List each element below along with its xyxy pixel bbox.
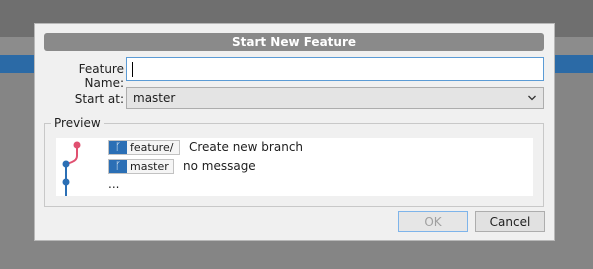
new-branch-line [66, 146, 78, 165]
new-branch-message: Create new branch [189, 140, 304, 154]
start-at-label: Start at: [74, 92, 124, 106]
dialog-title: Start New Feature [44, 33, 544, 51]
start-feature-dialog: Start New Feature Feature Name: Start at… [34, 23, 555, 241]
master-branch-badge: ᚴ master [108, 159, 174, 174]
chevron-down-icon [528, 95, 536, 101]
branch-icon: ᚴ [109, 160, 127, 173]
start-at-dropdown[interactable]: master [126, 87, 544, 109]
older-commit-dot [62, 178, 70, 186]
text-caret [132, 62, 133, 77]
new-commit-dot [73, 141, 81, 149]
branch-graph [62, 141, 81, 196]
new-branch-badge: ᚴ feature/ [108, 140, 180, 155]
cancel-button[interactable]: Cancel [475, 211, 545, 232]
master-commit-dot [62, 160, 70, 168]
new-branch-name: feature/ [130, 141, 174, 154]
ok-button[interactable]: OK [398, 211, 468, 232]
start-at-value: master [133, 91, 176, 105]
master-branch-name: master [130, 160, 169, 173]
more-commits-ellipsis: ... [108, 177, 120, 191]
master-branch-message: no message [183, 159, 256, 173]
feature-name-label: Feature Name: [78, 62, 124, 90]
preview-label: Preview [51, 116, 104, 130]
branch-icon: ᚴ [109, 141, 127, 154]
feature-name-input[interactable] [126, 57, 544, 81]
